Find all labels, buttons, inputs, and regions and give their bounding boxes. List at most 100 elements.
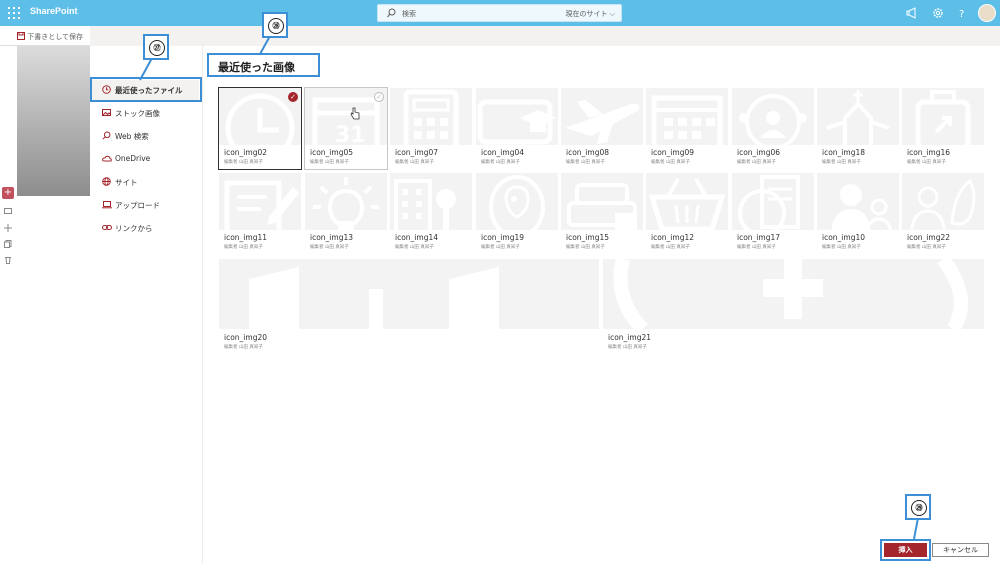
image-thumbnail (902, 88, 984, 145)
image-tile[interactable]: icon_img07 編集者 山田 真知子 (390, 88, 472, 169)
image-thumbnail (561, 88, 643, 145)
image-tile[interactable]: icon_img16 編集者 山田 真知子 (902, 88, 984, 169)
laptop-icon (102, 201, 112, 209)
callout-pointer (139, 58, 153, 81)
callout-29: ㉙ (905, 494, 931, 520)
image-name: icon_img15 (566, 233, 609, 242)
callout-pointer (259, 36, 271, 55)
add-section-button[interactable]: + (2, 187, 14, 199)
brand-name[interactable]: SharePoint (30, 6, 78, 16)
image-name: icon_img14 (395, 233, 438, 242)
nav-label: リンクから (115, 224, 153, 233)
image-thumbnail (646, 173, 728, 230)
image-name: icon_img02 (224, 148, 267, 157)
callout-27: ㉗ (143, 34, 169, 60)
suite-bar: SharePoint 検索 現在のサイト ⌵ ? (0, 0, 1000, 26)
image-name: icon_img09 (651, 148, 694, 157)
image-name: icon_img16 (907, 148, 950, 157)
image-name: icon_img17 (737, 233, 780, 242)
svg-text:31: 31 (335, 123, 366, 145)
image-thumbnail (646, 88, 728, 145)
image-tile[interactable]: icon_img19 編集者 山田 真知子 (476, 173, 558, 254)
callout-pointer (913, 518, 919, 540)
image-name: icon_img06 (737, 148, 780, 157)
image-thumbnail (817, 88, 899, 145)
image-author: 編集者 山田 真知子 (395, 160, 434, 165)
image-thumbnail (476, 88, 558, 145)
nav-label: アップロード (115, 201, 160, 210)
image-tile[interactable]: icon_img09 編集者 山田 真知子 (646, 88, 728, 169)
image-name: icon_img08 (566, 148, 609, 157)
image-thumbnail (732, 173, 814, 230)
image-tile[interactable]: icon_img11 編集者 山田 真知子 (219, 173, 301, 254)
save-draft-button[interactable]: 下書きとして保存 (17, 32, 83, 42)
image-tile[interactable]: icon_img14 編集者 山田 真知子 (390, 173, 472, 254)
user-avatar[interactable] (978, 4, 996, 22)
image-tile[interactable]: icon_img18 編集者 山田 真知子 (817, 88, 899, 169)
image-name: icon_img11 (224, 233, 267, 242)
search-scope-label: 現在のサイト (565, 10, 608, 18)
search-scope-dropdown[interactable]: 現在のサイト ⌵ (565, 9, 615, 19)
image-author: 編集者 山田 真知子 (481, 245, 520, 250)
image-thumbnail (219, 173, 301, 230)
app-launcher-icon[interactable] (8, 7, 20, 19)
image-tile[interactable]: icon_img22 編集者 山田 真知子 (902, 173, 984, 254)
image-thumbnail (732, 88, 814, 145)
image-icon (102, 109, 111, 116)
image-tile[interactable]: icon_img12 編集者 山田 真知子 (646, 173, 728, 254)
image-name: icon_img18 (822, 148, 865, 157)
callout-number: ㉗ (149, 40, 165, 56)
search-box[interactable]: 検索 現在のサイト ⌵ (377, 4, 622, 22)
cancel-button[interactable]: キャンセル (932, 543, 989, 557)
image-author: 編集者 山田 真知子 (566, 245, 605, 250)
image-tile[interactable]: icon_img06 編集者 山田 真知子 (732, 88, 814, 169)
trash-icon[interactable] (4, 256, 12, 264)
save-icon (17, 32, 25, 40)
gear-icon[interactable] (931, 6, 945, 20)
image-thumbnail (603, 259, 984, 329)
selected-check-icon[interactable]: ✓ (288, 92, 298, 102)
select-check-icon[interactable]: ✓ (374, 92, 384, 102)
image-name: icon_img22 (907, 233, 950, 242)
edit-icon[interactable] (4, 208, 12, 216)
image-tile[interactable]: icon_img10 編集者 山田 真知子 (817, 173, 899, 254)
image-tile[interactable]: icon_img21 編集者 山田 真知子 (603, 259, 984, 352)
image-author: 編集者 山田 真知子 (651, 160, 690, 165)
insert-button[interactable]: 挿入 (884, 543, 927, 557)
image-name: icon_img05 (310, 148, 353, 157)
image-author: 編集者 山田 真知子 (907, 245, 946, 250)
image-thumbnail (219, 259, 599, 329)
image-name: icon_img13 (310, 233, 353, 242)
image-author: 編集者 山田 真知子 (310, 160, 349, 165)
image-tile[interactable]: ✓ icon_img02 編集者 山田 真知子 (219, 88, 301, 169)
nav-label: ストック画像 (115, 109, 160, 118)
image-author: 編集者 山田 真知子 (822, 160, 861, 165)
megaphone-icon[interactable] (906, 6, 920, 20)
image-tile[interactable]: icon_img17 編集者 山田 真知子 (732, 173, 814, 254)
move-icon[interactable] (4, 224, 12, 232)
callout-number: ㉘ (268, 18, 284, 34)
help-icon[interactable]: ? (955, 6, 969, 20)
image-author: 編集者 山田 真知子 (822, 245, 861, 250)
image-tile[interactable]: icon_img20 編集者 山田 真知子 (219, 259, 599, 352)
image-tile[interactable]: icon_img04 編集者 山田 真知子 (476, 88, 558, 169)
image-thumbnail (817, 173, 899, 230)
image-tile[interactable]: icon_img08 編集者 山田 真知子 (561, 88, 643, 169)
image-author: 編集者 山田 真知子 (608, 345, 647, 350)
image-author: 編集者 山田 真知子 (224, 245, 263, 250)
image-author: 編集者 山田 真知子 (566, 160, 605, 165)
duplicate-icon[interactable] (4, 240, 12, 248)
image-tile[interactable]: icon_img13 編集者 山田 真知子 (305, 173, 387, 254)
image-author: 編集者 山田 真知子 (395, 245, 434, 250)
image-thumbnail (902, 173, 984, 230)
section-heading-box: 最近使った画像 (207, 53, 320, 77)
image-tile[interactable]: 31 ✓ icon_img05 編集者 山田 真知子 (305, 88, 387, 169)
image-author: 編集者 山田 真知子 (224, 345, 263, 350)
image-name: icon_img12 (651, 233, 694, 242)
image-thumbnail (390, 88, 472, 145)
callout-number: ㉙ (911, 500, 927, 516)
hand-cursor-icon (350, 107, 360, 120)
nav-label: OneDrive (115, 154, 151, 163)
image-name: icon_img10 (822, 233, 865, 242)
image-tile[interactable]: icon_img15 編集者 山田 真知子 (561, 173, 643, 254)
